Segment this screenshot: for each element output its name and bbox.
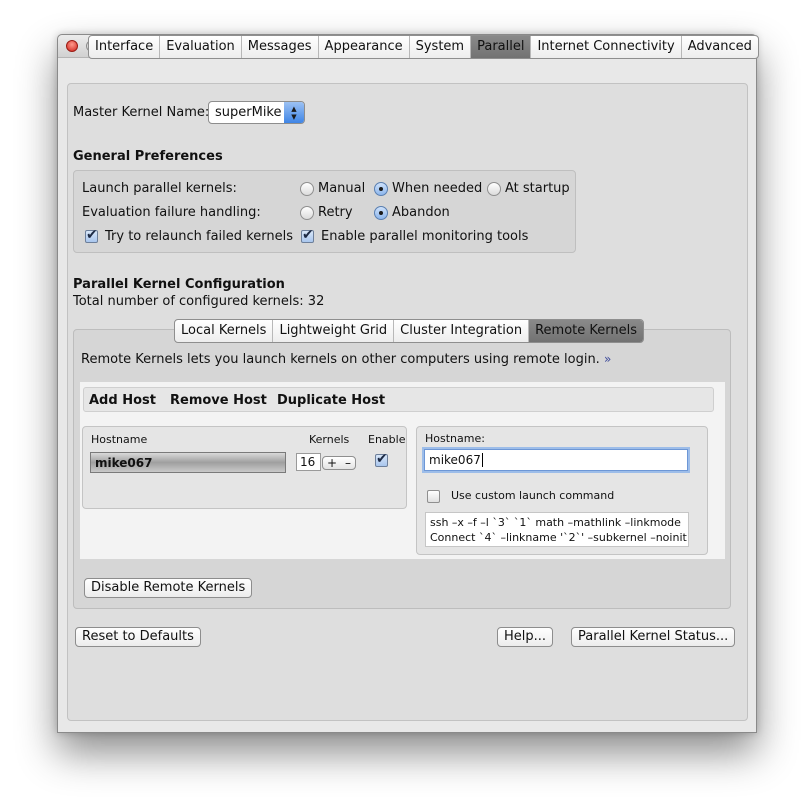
kernels-stepper[interactable]: + – (322, 456, 356, 470)
launch-parallel-label: Launch parallel kernels: (82, 181, 237, 196)
tab-appearance[interactable]: Appearance (319, 36, 410, 58)
master-kernel-select[interactable]: superMike ▲ ▼ (208, 101, 305, 124)
launch-manual-label: Manual (318, 181, 366, 196)
tab-lightweight-grid[interactable]: Lightweight Grid (273, 320, 395, 342)
decrement-button[interactable]: – (345, 457, 351, 469)
tab-interface[interactable]: Interface (89, 36, 161, 58)
master-kernel-label: Master Kernel Name: (73, 105, 210, 120)
radio-launch-at-startup[interactable] (487, 182, 501, 196)
parallel-kernel-status-button[interactable]: Parallel Kernel Status... (571, 627, 736, 647)
failure-retry-label: Retry (318, 205, 353, 220)
launch-when-needed-label: When needed (392, 181, 483, 196)
relaunch-failed-label: Try to relaunch failed kernels (105, 229, 293, 244)
radio-launch-manual[interactable] (300, 182, 314, 196)
host-toolbar: Add Host Remove Host Duplicate Host (83, 387, 714, 412)
tab-parallel[interactable]: Parallel (471, 36, 532, 58)
total-kernels-text: Total number of configured kernels: 32 (73, 294, 325, 309)
kernel-config-tabs: Local Kernels Lightweight Grid Cluster I… (174, 319, 644, 343)
increment-button[interactable]: + (327, 457, 337, 469)
tab-messages[interactable]: Messages (242, 36, 319, 58)
radio-failure-abandon[interactable] (374, 206, 388, 220)
general-preferences-heading: General Preferences (73, 149, 223, 164)
hostname-input[interactable]: mike067​ (424, 449, 688, 471)
tab-evaluation[interactable]: Evaluation (160, 36, 242, 58)
help-button[interactable]: Help... (497, 627, 554, 647)
disable-remote-kernels-button[interactable]: Disable Remote Kernels (84, 578, 253, 598)
tab-internet-connectivity[interactable]: Internet Connectivity (531, 36, 682, 58)
add-host-button[interactable]: Add Host (89, 393, 156, 408)
duplicate-host-button[interactable]: Duplicate Host (277, 393, 385, 408)
host-enable-checkbox[interactable] (375, 451, 388, 467)
reset-to-defaults-button[interactable]: Reset to Defaults (75, 627, 201, 647)
failure-handling-label: Evaluation failure handling: (82, 205, 261, 220)
tab-system[interactable]: System (410, 36, 472, 58)
radio-failure-retry[interactable] (300, 206, 314, 220)
launch-command-text[interactable]: ssh –x –f –l `3` `1` math –mathlink –lin… (425, 512, 689, 547)
remote-kernels-description: Remote Kernels lets you launch kernels o… (81, 352, 611, 367)
updown-arrows-icon: ▲ ▼ (284, 102, 304, 123)
radio-launch-when-needed[interactable] (374, 182, 388, 196)
remote-description-text: Remote Kernels lets you launch kernels o… (81, 352, 600, 367)
enable-column-header: Enable (368, 433, 406, 446)
text-cursor: ​ (481, 453, 483, 467)
preferences-tabs: Interface Evaluation Messages Appearance… (88, 35, 759, 59)
monitoring-tools-checkbox[interactable] (301, 227, 314, 243)
master-kernel-value: superMike (215, 105, 282, 120)
remove-host-button[interactable]: Remove Host (170, 393, 267, 408)
host-row[interactable]: mike067 (90, 452, 286, 473)
kernel-config-heading: Parallel Kernel Configuration (73, 277, 285, 292)
launch-at-startup-label: At startup (505, 181, 570, 196)
failure-abandon-label: Abandon (392, 205, 450, 220)
hostname-column-header: Hostname (91, 433, 148, 446)
monitoring-tools-label: Enable parallel monitoring tools (321, 229, 529, 244)
detail-hostname-label: Hostname: (425, 432, 485, 445)
kernels-count-field[interactable]: 16 (296, 453, 321, 471)
tab-remote-kernels[interactable]: Remote Kernels (529, 320, 643, 342)
custom-command-checkbox[interactable] (427, 490, 440, 503)
tab-cluster-integration[interactable]: Cluster Integration (394, 320, 530, 342)
tab-local-kernels[interactable]: Local Kernels (175, 320, 274, 342)
relaunch-failed-checkbox[interactable] (85, 227, 98, 243)
hostname-input-value: mike067 (429, 453, 481, 467)
kernels-column-header: Kernels (309, 433, 350, 446)
launch-command-line-1: ssh –x –f –l `3` `1` math –mathlink –lin… (430, 516, 681, 529)
launch-command-line-2: Connect `4` –linkname '`2`' –subkernel –… (430, 531, 687, 544)
tab-advanced[interactable]: Advanced (682, 36, 758, 58)
more-info-icon[interactable]: » (604, 352, 611, 366)
custom-command-label: Use custom launch command (451, 489, 615, 502)
